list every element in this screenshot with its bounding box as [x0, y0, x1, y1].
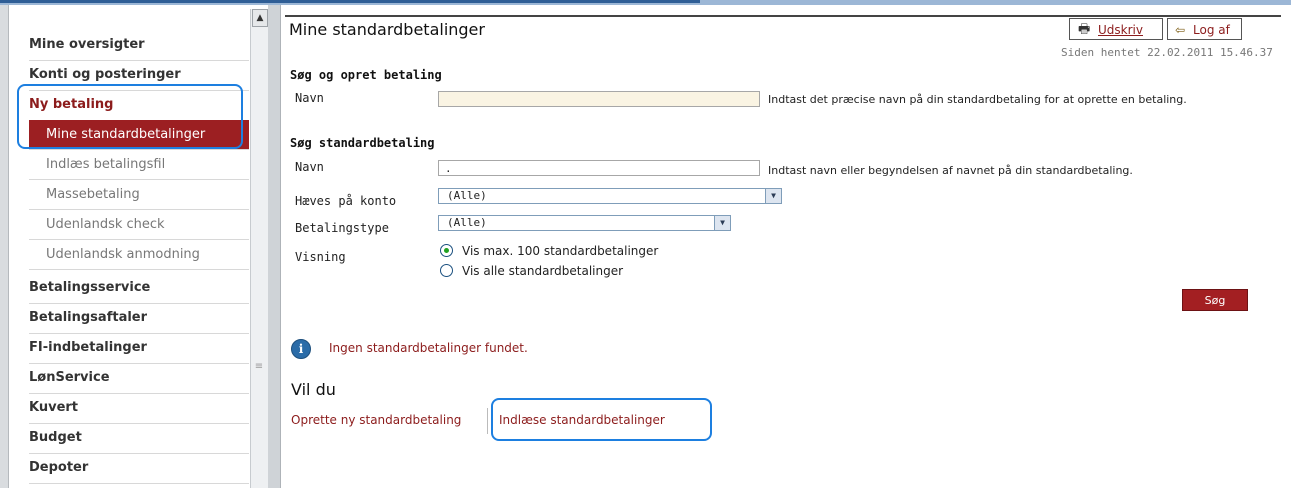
search-name-label: Navn: [295, 160, 324, 174]
payment-type-select[interactable]: (Alle) ▼: [438, 215, 731, 231]
search-section-heading: Søg standardbetaling: [290, 136, 435, 150]
print-label: Udskriv: [1098, 23, 1143, 37]
sidebar-item-fi-indbetalinger[interactable]: FI-indbetalinger: [29, 333, 249, 364]
main-content: Mine standardbetalinger 🖶 Udskriv ⇦ Log …: [281, 5, 1291, 488]
left-frame-edge: [0, 5, 9, 488]
payment-type-select-value: (Alle): [447, 216, 487, 229]
payment-type-label: Betalingstype: [295, 221, 389, 235]
create-section-heading: Søg og opret betaling: [290, 68, 442, 82]
title-rule: [285, 15, 1281, 17]
info-icon: i: [291, 339, 311, 359]
account-select-value: (Alle): [447, 189, 487, 202]
sidebar-item-kuvert[interactable]: Kuvert: [29, 393, 249, 424]
page-title: Mine standardbetalinger: [289, 20, 485, 39]
account-label: Hæves på konto: [295, 194, 397, 208]
sidebar-subitem-massebetaling[interactable]: Massebetaling: [29, 180, 249, 210]
create-name-input[interactable]: [438, 91, 760, 107]
sidebar-item-betalingsservice[interactable]: Betalingsservice: [29, 273, 249, 304]
highlight-box-import-link: [491, 398, 712, 441]
scroll-grip-icon[interactable]: ≡: [254, 360, 264, 374]
sidebar-subitem-indlaes-betalingsfil[interactable]: Indlæs betalingsfil: [29, 150, 249, 180]
search-button[interactable]: Søg: [1182, 289, 1248, 311]
window-top-strip-dark: [0, 0, 700, 3]
sidebar: Mine oversigter Konti og posteringer Ny …: [9, 5, 249, 488]
radio-unselected-icon[interactable]: [440, 264, 453, 277]
frame-divider: [268, 5, 281, 488]
chevron-down-icon[interactable]: ▼: [714, 216, 730, 230]
print-button[interactable]: 🖶 Udskriv: [1069, 18, 1163, 40]
logout-label: Log af: [1193, 23, 1230, 37]
logout-arrow-icon: ⇦: [1175, 23, 1186, 37]
create-name-label: Navn: [295, 91, 324, 105]
view-option-2-label: Vis alle standardbetalinger: [462, 264, 624, 278]
sidebar-subitem-udenlandsk-check[interactable]: Udenlandsk check: [29, 210, 249, 240]
account-select[interactable]: (Alle) ▼: [438, 188, 782, 204]
sidebar-item-mine-oversigter[interactable]: Mine oversigter: [29, 30, 249, 61]
sidebar-subitem-udenlandsk-anmodning[interactable]: Udenlandsk anmodning: [29, 240, 249, 270]
chevron-down-icon[interactable]: ▼: [765, 189, 781, 203]
sidebar-item-budget[interactable]: Budget: [29, 423, 249, 454]
info-message: Ingen standardbetalinger fundet.: [329, 341, 528, 355]
link-separator: [487, 408, 488, 434]
view-option-all[interactable]: Vis alle standardbetalinger: [440, 264, 623, 278]
sidebar-item-depoter[interactable]: Depoter: [29, 453, 249, 484]
sidebar-scrollbar[interactable]: ▲ ≡: [250, 9, 269, 488]
view-label: Visning: [295, 250, 346, 264]
create-name-hint: Indtast det præcise navn på din standard…: [768, 93, 1187, 106]
sidebar-item-lonservice[interactable]: LønService: [29, 363, 249, 394]
scroll-up-arrow-icon[interactable]: ▲: [252, 9, 268, 27]
printer-icon: 🖶: [1078, 22, 1091, 37]
actions-heading: Vil du: [291, 380, 336, 399]
radio-selected-icon[interactable]: [440, 244, 453, 257]
logout-button[interactable]: ⇦ Log af: [1167, 18, 1242, 40]
create-standard-payment-link[interactable]: Oprette ny standardbetaling: [291, 413, 461, 427]
view-option-max100[interactable]: Vis max. 100 standardbetalinger: [440, 244, 658, 258]
view-option-1-label: Vis max. 100 standardbetalinger: [462, 244, 659, 258]
page-timestamp: Siden hentet 22.02.2011 15.46.37: [1061, 46, 1273, 59]
sidebar-item-betalingsaftaler[interactable]: Betalingsaftaler: [29, 303, 249, 334]
search-name-hint: Indtast navn eller begyndelsen af navnet…: [768, 164, 1133, 177]
highlight-box-ny-betaling: [17, 84, 243, 149]
search-name-input[interactable]: [438, 160, 760, 176]
